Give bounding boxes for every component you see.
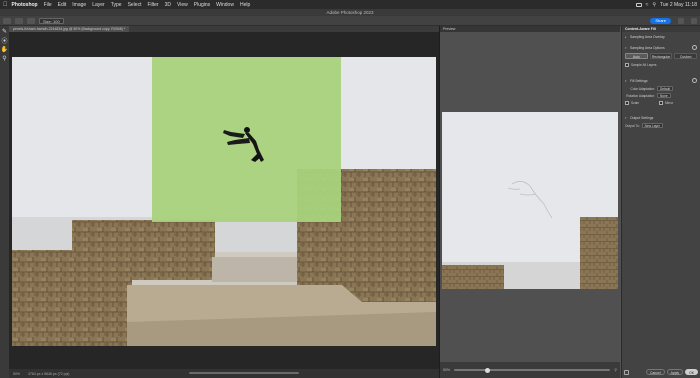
output-to-row: Output To: New Layer — [625, 123, 697, 128]
output-to-dropdown[interactable]: New Layer — [641, 123, 663, 128]
content-aware-fill-panel: Content-Aware Fill ▸ Sampling Area Overl… — [621, 26, 700, 378]
menu-3d[interactable]: 3D — [165, 2, 171, 8]
add-mode-icon[interactable] — [27, 17, 35, 24]
menubar-status: ≈ ⚲ Tue 2 May 11:18 — [635, 2, 697, 8]
preview-footer: 50% ⚲ — [440, 362, 620, 378]
section-header[interactable]: ▾ Sampling Area Options — [625, 45, 697, 50]
sample-all-layers-checkbox[interactable] — [625, 63, 629, 67]
app-menu[interactable]: Photoshop — [12, 2, 38, 8]
search-icon[interactable]: ⚲ — [652, 2, 656, 8]
slider-knob[interactable] — [485, 367, 491, 373]
menu-window[interactable]: Window — [216, 2, 234, 8]
menu-image[interactable]: Image — [72, 2, 86, 8]
reset-icon[interactable] — [692, 78, 697, 83]
battery-icon[interactable] — [635, 2, 642, 7]
section-label: Sampling Area Options — [630, 45, 665, 50]
section-header[interactable]: ▾ Fill Settings — [625, 78, 697, 83]
share-button[interactable]: Share — [650, 17, 671, 24]
preview-panel: Preview 50% ⚲ — [440, 26, 620, 378]
status-bar: 50% 3764 px x 5646 px (72 ppi) — [9, 369, 439, 378]
menu-file[interactable]: File — [44, 2, 52, 8]
sampling-rectangular-button[interactable]: Rectangular — [649, 53, 673, 59]
brush-size-field[interactable]: Size: 100 — [39, 17, 64, 24]
menu-filter[interactable]: Filter — [147, 2, 158, 8]
chevron-right-icon: ▸ — [625, 35, 627, 39]
scale-label: Scale — [631, 101, 639, 105]
section-label: Sampling Area Overlay — [630, 35, 665, 39]
menu-view[interactable]: View — [177, 2, 188, 8]
apple-icon[interactable]:  — [3, 2, 8, 8]
cancel-button[interactable]: Cancel — [646, 369, 665, 375]
sampling-mode-selector: Auto Rectangular Custom — [625, 53, 698, 59]
workspace-icon[interactable] — [691, 17, 697, 24]
rotation-adaptation-label: Rotation Adaptation: — [626, 93, 655, 98]
jumper-figure — [223, 127, 264, 162]
rotation-adaptation-dropdown[interactable]: None — [657, 93, 671, 98]
zoom-in-icon[interactable]: ⚲ — [614, 368, 617, 372]
scale-checkbox[interactable] — [625, 101, 629, 105]
sampling-overlay-section: ▸ Sampling Area Overlay — [622, 32, 700, 39]
home-icon[interactable] — [3, 17, 11, 24]
options-bar: Size: 100 Share — [0, 16, 700, 26]
output-settings-section: ▾ Output Settings Output To: New Layer — [622, 113, 700, 128]
sampling-options-section: ▾ Sampling Area Options Auto Rectangular… — [622, 42, 700, 67]
section-label: Output Settings — [630, 116, 654, 120]
color-adaptation-label: Color Adaptation: — [630, 86, 655, 91]
mirror-label: Mirror — [665, 101, 674, 105]
preview-canvas[interactable] — [440, 32, 620, 362]
brush-icon[interactable]: ✎ — [1, 28, 8, 35]
chevron-down-icon: ▾ — [625, 116, 627, 120]
menu-help[interactable]: Help — [240, 2, 250, 8]
apply-button[interactable]: Apply — [666, 369, 684, 375]
tools-panel: ✎ ⦿ ✋ ⚲ — [0, 26, 9, 378]
scale-mirror-row: Scale Mirror — [625, 101, 697, 105]
window-title: Adobe Photoshop 2023 — [0, 9, 700, 16]
mirror-checkbox[interactable] — [659, 101, 663, 105]
sample-all-layers-label: Sample All Layers — [631, 63, 657, 67]
section-label: Fill Settings — [630, 78, 648, 83]
preview-zoom-slider[interactable] — [454, 367, 611, 373]
section-header[interactable]: ▾ Output Settings — [625, 116, 697, 120]
clock[interactable]: Tue 2 May 11:18 — [660, 2, 697, 8]
wifi-icon[interactable]: ≈ — [646, 2, 649, 8]
menu-select[interactable]: Select — [128, 2, 142, 8]
horizontal-scrollbar[interactable] — [189, 372, 299, 374]
menu-type[interactable]: Type — [111, 2, 122, 8]
reset-icon[interactable] — [692, 45, 697, 50]
menubar:  Photoshop File Edit Image Layer Type S… — [0, 0, 700, 9]
zoom-icon[interactable]: ⚲ — [1, 55, 8, 62]
canvas-area[interactable] — [9, 32, 439, 369]
color-adaptation-dropdown[interactable]: Default — [657, 86, 674, 91]
output-to-label: Output To: — [625, 123, 640, 128]
hand-icon[interactable]: ✋ — [1, 46, 8, 53]
reset-all-icon[interactable] — [624, 369, 629, 375]
sampling-custom-button[interactable]: Custom — [674, 53, 698, 59]
chevron-down-icon: ▾ — [625, 78, 627, 83]
section-header[interactable]: ▸ Sampling Area Overlay — [625, 35, 697, 39]
menu-layer[interactable]: Layer — [92, 2, 105, 8]
preview-zoom[interactable]: 50% — [443, 368, 450, 372]
sampling-auto-button[interactable]: Auto — [625, 53, 648, 59]
fill-settings-section: ▾ Fill Settings Color Adaptation: Defaul… — [622, 75, 700, 105]
menu-edit[interactable]: Edit — [58, 2, 67, 8]
color-adaptation-row: Color Adaptation: Default — [625, 86, 697, 91]
chevron-down-icon: ▾ — [625, 45, 627, 50]
panel-footer: Cancel Apply OK — [622, 369, 700, 375]
lasso-tool-preset-icon[interactable] — [15, 17, 23, 24]
zoom-readout[interactable]: 50% — [13, 372, 20, 376]
lasso-icon[interactable]: ⦿ — [1, 37, 8, 45]
sample-all-layers-row: Sample All Layers — [625, 63, 697, 67]
search-icon[interactable] — [678, 17, 684, 24]
ok-button[interactable]: OK — [685, 369, 698, 375]
menu-plugins[interactable]: Plugins — [194, 2, 210, 8]
document-info[interactable]: 3764 px x 5646 px (72 ppi) — [28, 372, 69, 376]
preview-image — [442, 112, 618, 289]
rotation-adaptation-row: Rotation Adaptation: None — [625, 93, 697, 98]
